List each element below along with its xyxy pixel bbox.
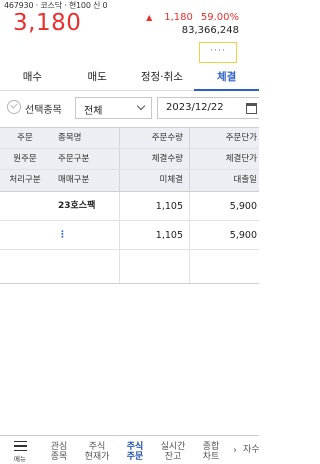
header-row: 처리구분 매매구분 미체결 대출일 [0, 170, 259, 191]
header-cell: 대출일 [233, 175, 257, 185]
change-percent: 59.00% [200, 12, 239, 23]
select-value: 전체 [84, 106, 103, 117]
ellipsis-icon[interactable]: ⋮ [50, 221, 120, 249]
nav-more[interactable]: 자수 [240, 436, 259, 464]
header-cell: 주문구분 [50, 149, 120, 169]
menu-label: 메뉴 [14, 455, 26, 463]
header-cell: 체결단가 [225, 154, 257, 164]
header-cell: 주문수량 [120, 128, 190, 148]
table-cell [0, 250, 50, 283]
nav-current-price[interactable]: 주식 현재가 [78, 436, 116, 464]
date-value: 2023/12/22 [166, 102, 224, 113]
table-cell [0, 192, 50, 220]
stock-header: 467930 · 코스닥 · 현100 신 0 3,180 ▲ 1,180 59.0… [0, 0, 259, 66]
nav-realtime-balance[interactable]: 실시간 잔고 [154, 436, 192, 464]
table-cell: 1,105 [120, 192, 190, 220]
tab-buy[interactable]: 매수 [0, 66, 65, 90]
tab-execution[interactable]: 체결 [194, 66, 259, 91]
chevron-right-icon[interactable]: › [230, 436, 240, 464]
header-cell: 주문 [17, 133, 33, 143]
header-row: 원주문 주문구분 체결수량 체결단가 [0, 149, 259, 170]
more-button[interactable]: ···· [199, 42, 237, 63]
table-cell: 5,900 [229, 201, 257, 212]
stock-name-cell: 23호스팩 [50, 192, 120, 220]
nav-chart[interactable]: 종합 차트 [192, 436, 230, 464]
table-cell: 5,900 [229, 230, 257, 241]
table-cell: 1,105 [120, 221, 190, 249]
price-change: ▲ 1,180 59.00% [146, 12, 239, 23]
chevron-down-icon [136, 101, 146, 111]
header-cell: 미체결 [120, 170, 190, 191]
table-row[interactable]: 23호스팩 1,105 5,900 [0, 192, 259, 221]
header-row: 주문 종목명 주문수량 주문단가 [0, 128, 259, 149]
header-cell: 매매구분 [50, 170, 120, 191]
header-cell: 처리구분 [9, 175, 41, 185]
selected-stock-checkbox[interactable] [7, 100, 21, 114]
nav-watchlist[interactable]: 관심 종목 [40, 436, 78, 464]
header-cell: 주문단가 [225, 133, 257, 143]
order-tabs: 매수 매도 정정·취소 체결 [0, 66, 259, 91]
header-cell: 체결수량 [120, 149, 190, 169]
current-price: 3,180 [13, 10, 82, 36]
table-row-empty [0, 250, 259, 283]
table-cell [120, 250, 190, 283]
hamburger-icon [13, 441, 27, 451]
table-body: 23호스팩 1,105 5,900 ⋮ 1,105 5,900 [0, 192, 259, 284]
header-cell: 원주문 [13, 154, 37, 164]
execution-table: 주문 종목명 주문수량 주문단가 원주문 주문구분 체결수량 체결단가 처리구분… [0, 127, 259, 284]
calendar-icon[interactable] [246, 103, 257, 114]
table-header: 주문 종목명 주문수량 주문단가 원주문 주문구분 체결수량 체결단가 처리구분… [0, 127, 259, 192]
checkbox-label: 선택종목 [25, 105, 62, 116]
filter-row: 선택종목 전체 2023/12/22 [0, 95, 259, 121]
order-type-select[interactable]: 전체 [75, 97, 152, 119]
bottom-nav: 메뉴 관심 종목 주식 현재가 주식 주문 실시간 잔고 종합 차트 › 자수 [0, 435, 259, 464]
change-amount: 1,180 [164, 12, 193, 23]
tab-modify-cancel[interactable]: 정정·취소 [130, 66, 195, 90]
trade-volume: 83,366,248 [181, 25, 239, 36]
table-cell [0, 221, 50, 249]
tab-sell[interactable]: 매도 [65, 66, 130, 90]
up-arrow-icon: ▲ [146, 13, 153, 22]
nav-stock-order[interactable]: 주식 주문 [116, 436, 154, 464]
table-cell [190, 250, 259, 283]
menu-button[interactable]: 메뉴 [0, 436, 40, 464]
table-row[interactable]: ⋮ 1,105 5,900 [0, 221, 259, 250]
date-field[interactable]: 2023/12/22 [157, 97, 259, 119]
header-cell: 종목명 [50, 128, 120, 148]
table-cell [50, 250, 120, 283]
